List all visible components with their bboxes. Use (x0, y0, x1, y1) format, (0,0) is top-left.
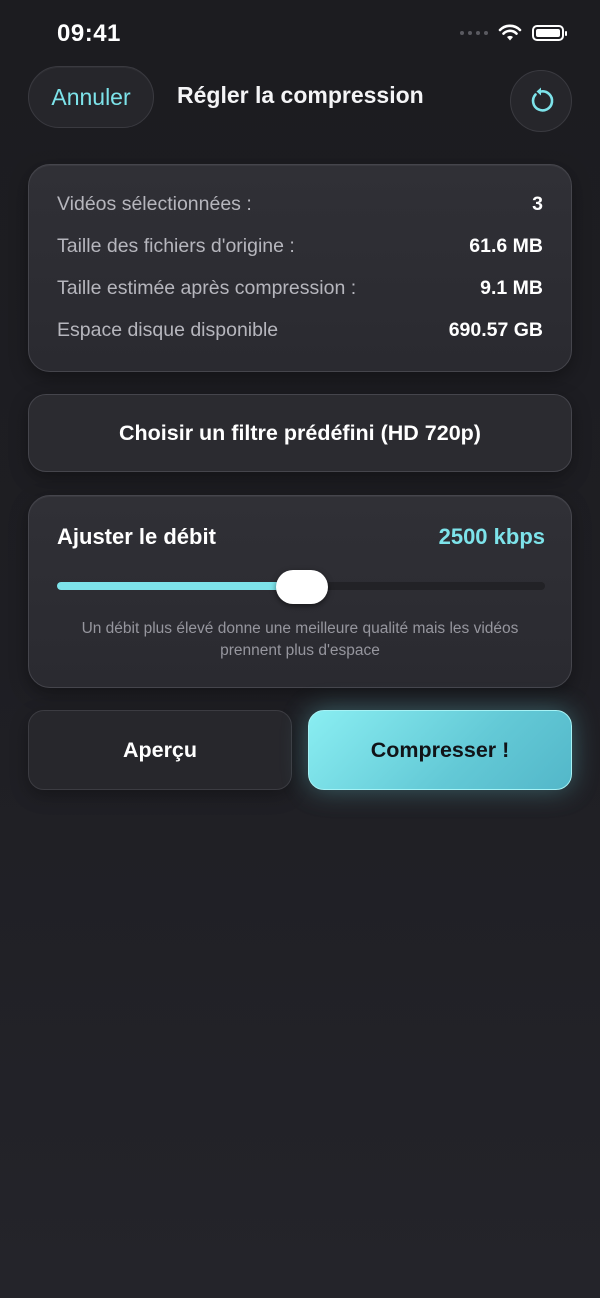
status-time: 09:41 (57, 20, 121, 47)
info-label: Taille estimée après compression : (57, 276, 357, 299)
preview-button[interactable]: Aperçu (28, 710, 292, 790)
compress-button[interactable]: Compresser ! (308, 710, 572, 790)
info-row-estimated-size: Taille estimée après compression : 9.1 M… (57, 267, 543, 309)
signal-dots-icon (460, 31, 488, 35)
info-value: 690.57 GB (448, 318, 543, 341)
reset-button[interactable] (510, 70, 572, 132)
info-row-disk-space: Espace disque disponible 690.57 GB (57, 309, 543, 351)
info-row-original-size: Taille des fichiers d'origine : 61.6 MB (57, 225, 543, 267)
bitrate-card: Ajuster le débit 2500 kbps Un débit plus… (28, 495, 572, 688)
rotate-ccw-icon (531, 87, 554, 112)
info-value: 3 (532, 192, 543, 215)
battery-icon (532, 25, 567, 41)
info-label: Taille des fichiers d'origine : (57, 234, 295, 257)
status-icons (460, 24, 567, 42)
page-title: Régler la compression (177, 82, 424, 108)
wifi-icon (498, 24, 522, 41)
info-label: Espace disque disponible (57, 318, 279, 341)
info-card: Vidéos sélectionnées : 3 Taille des fich… (28, 164, 572, 372)
info-row-videos: Vidéos sélectionnées : 3 (57, 183, 543, 225)
bitrate-title: Ajuster le débit (57, 524, 216, 549)
bitrate-value: 2500 kbps (438, 524, 545, 549)
status-bar: 09:41 (0, 0, 600, 64)
bitrate-hint: Un débit plus élevé donne une meilleure … (81, 620, 519, 659)
bitrate-slider-thumb[interactable] (276, 570, 328, 604)
info-value: 9.1 MB (480, 276, 543, 299)
cancel-button[interactable]: Annuler (28, 66, 154, 128)
info-value: 61.6 MB (469, 234, 543, 257)
bitrate-slider-fill (57, 582, 302, 590)
preset-button[interactable]: Choisir un filtre prédéfini (HD 720p) (28, 394, 572, 472)
nav-bar: Annuler Régler la compression (28, 66, 572, 132)
info-label: Vidéos sélectionnées : (57, 192, 252, 215)
